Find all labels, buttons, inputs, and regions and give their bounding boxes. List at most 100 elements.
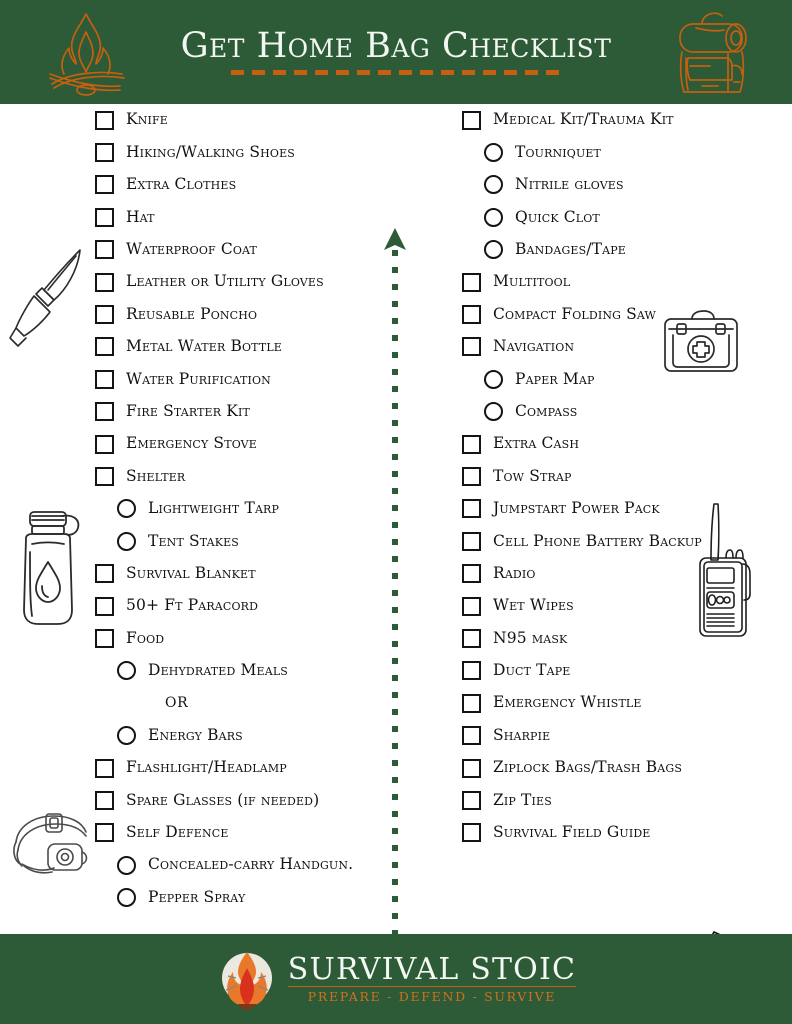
checklist-item-jumpstart-power-pack[interactable]: Jumpstart Power Pack (462, 493, 762, 525)
checklist-item-cell-phone-battery-backup[interactable]: Cell Phone Battery Backup (462, 525, 762, 557)
checklist-item-extra-cash[interactable]: Extra Cash (462, 428, 762, 460)
checkbox-icon[interactable] (95, 175, 114, 195)
checklist-item-tent-stakes[interactable]: Tent Stakes (95, 525, 385, 557)
checklist-item-nitrile-gloves[interactable]: Nitrile gloves (462, 169, 762, 201)
checklist-item-survival-field-guide[interactable]: Survival Field Guide (462, 817, 762, 849)
checklist-item-wet-wipes[interactable]: Wet Wipes (462, 590, 762, 622)
checklist-item-50-ft-paracord[interactable]: 50+ Ft Paracord (95, 590, 385, 622)
checklist-item-spare-glasses-if-needed[interactable]: Spare Glasses (if needed) (95, 784, 385, 816)
checklist-item-food[interactable]: Food (95, 622, 385, 654)
checklist-item-survival-blanket[interactable]: Survival Blanket (95, 557, 385, 589)
radio-circle-icon[interactable] (484, 175, 503, 195)
checklist-item-compass[interactable]: Compass (462, 396, 762, 428)
footer-text-block: SURVIVAL STOIC PREPARE - DEFEND - SURVIV… (287, 954, 577, 1004)
checkbox-icon[interactable] (95, 564, 114, 584)
checklist-item-waterproof-coat[interactable]: Waterproof Coat (95, 234, 385, 266)
checklist-item-water-purification[interactable]: Water Purification (95, 363, 385, 395)
checkbox-icon[interactable] (95, 240, 114, 260)
checkbox-icon[interactable] (95, 466, 114, 486)
checklist-item-tourniquet[interactable]: Tourniquet (462, 136, 762, 168)
radio-circle-icon[interactable] (117, 499, 136, 519)
checklist-item-multitool[interactable]: Multitool (462, 266, 762, 298)
checklist-item-sharpie[interactable]: Sharpie (462, 719, 762, 751)
checklist-item-pepper-spray[interactable]: Pepper Spray (95, 881, 385, 913)
checklist-item-knife[interactable]: Knife (95, 104, 385, 136)
footer-logo-block: SURVIVAL STOIC PREPARE - DEFEND - SURVIV… (216, 946, 577, 1012)
checkbox-icon[interactable] (95, 305, 114, 325)
checklist-item-lightweight-tarp[interactable]: Lightweight Tarp (95, 493, 385, 525)
checkbox-icon[interactable] (462, 305, 481, 325)
checkbox-icon[interactable] (462, 596, 481, 616)
checklist-item-leather-or-utility-gloves[interactable]: Leather or Utility Gloves (95, 266, 385, 298)
checkbox-icon[interactable] (95, 369, 114, 389)
checklist-item-label: 50+ Ft Paracord (126, 596, 259, 615)
checklist-item-navigation[interactable]: Navigation (462, 331, 762, 363)
checkbox-icon[interactable] (95, 207, 114, 227)
checklist-item-bandages-tape[interactable]: Bandages/Tape (462, 234, 762, 266)
checklist-item-paper-map[interactable]: Paper Map (462, 363, 762, 395)
radio-circle-icon[interactable] (484, 207, 503, 227)
checklist-item-flashlight-headlamp[interactable]: Flashlight/Headlamp (95, 752, 385, 784)
checkbox-icon[interactable] (95, 596, 114, 616)
checklist-item-compact-folding-saw[interactable]: Compact Folding Saw (462, 298, 762, 330)
radio-circle-icon[interactable] (484, 143, 503, 163)
checkbox-icon[interactable] (462, 499, 481, 519)
radio-circle-icon[interactable] (484, 240, 503, 260)
checklist-item-dehydrated-meals[interactable]: Dehydrated Meals (95, 655, 385, 687)
checklist-item-duct-tape[interactable]: Duct Tape (462, 655, 762, 687)
checklist-item-emergency-stove[interactable]: Emergency Stove (95, 428, 385, 460)
checkbox-icon[interactable] (462, 823, 481, 843)
checkbox-icon[interactable] (462, 693, 481, 713)
radio-circle-icon[interactable] (484, 402, 503, 422)
checkbox-icon[interactable] (95, 402, 114, 422)
checkbox-icon[interactable] (462, 758, 481, 778)
checkbox-icon[interactable] (462, 272, 481, 292)
checklist-item-n95-mask[interactable]: N95 mask (462, 622, 762, 654)
checkbox-icon[interactable] (462, 337, 481, 357)
page-title: Get Home Bag Checklist (180, 26, 612, 66)
checkbox-icon[interactable] (95, 143, 114, 163)
checkbox-icon[interactable] (95, 790, 114, 810)
checkbox-icon[interactable] (462, 726, 481, 746)
checklist-item-energy-bars[interactable]: Energy Bars (95, 719, 385, 751)
radio-circle-icon[interactable] (117, 531, 136, 551)
checkbox-icon[interactable] (95, 272, 114, 292)
radio-circle-icon[interactable] (484, 369, 503, 389)
checkbox-icon[interactable] (95, 823, 114, 843)
radio-circle-icon[interactable] (117, 855, 136, 875)
checklist-item-radio[interactable]: Radio (462, 557, 762, 589)
checklist-item-self-defence[interactable]: Self Defence (95, 817, 385, 849)
radio-circle-icon[interactable] (117, 726, 136, 746)
checklist-item-hat[interactable]: Hat (95, 201, 385, 233)
checklist-item-extra-clothes[interactable]: Extra Clothes (95, 169, 385, 201)
checkbox-icon[interactable] (462, 434, 481, 454)
checkbox-icon[interactable] (95, 628, 114, 648)
radio-circle-icon[interactable] (117, 888, 136, 908)
checklist-item-quick-clot[interactable]: Quick Clot (462, 201, 762, 233)
checklist-item-label: Knife (126, 110, 168, 129)
checklist-item-metal-water-bottle[interactable]: Metal Water Bottle (95, 331, 385, 363)
checkbox-icon[interactable] (462, 790, 481, 810)
checkbox-icon[interactable] (462, 661, 481, 681)
checkbox-icon[interactable] (95, 110, 114, 130)
checkbox-icon[interactable] (462, 466, 481, 486)
checklist-item-hiking-walking-shoes[interactable]: Hiking/Walking Shoes (95, 136, 385, 168)
checklist-item-ziplock-bags-trash-bags[interactable]: Ziplock Bags/Trash Bags (462, 752, 762, 784)
checkbox-icon[interactable] (462, 628, 481, 648)
checklist-item-zip-ties[interactable]: Zip Ties (462, 784, 762, 816)
checklist-item-medical-kit-trauma-kit[interactable]: Medical Kit/Trauma Kit (462, 104, 762, 136)
checklist-item-emergency-whistle[interactable]: Emergency Whistle (462, 687, 762, 719)
checkbox-icon[interactable] (462, 564, 481, 584)
checkbox-icon[interactable] (95, 337, 114, 357)
checklist-item-shelter[interactable]: Shelter (95, 460, 385, 492)
checklist-item-or[interactable]: OR (95, 687, 385, 719)
checklist-item-fire-starter-kit[interactable]: Fire Starter Kit (95, 396, 385, 428)
checkbox-icon[interactable] (95, 434, 114, 454)
radio-circle-icon[interactable] (117, 661, 136, 681)
checklist-item-tow-strap[interactable]: Tow Strap (462, 460, 762, 492)
checkbox-icon[interactable] (95, 758, 114, 778)
checklist-item-reusable-poncho[interactable]: Reusable Poncho (95, 298, 385, 330)
checklist-item-concealed-carry-handgun[interactable]: Concealed-carry Handgun. (95, 849, 385, 881)
checkbox-icon[interactable] (462, 531, 481, 551)
checkbox-icon[interactable] (462, 110, 481, 130)
